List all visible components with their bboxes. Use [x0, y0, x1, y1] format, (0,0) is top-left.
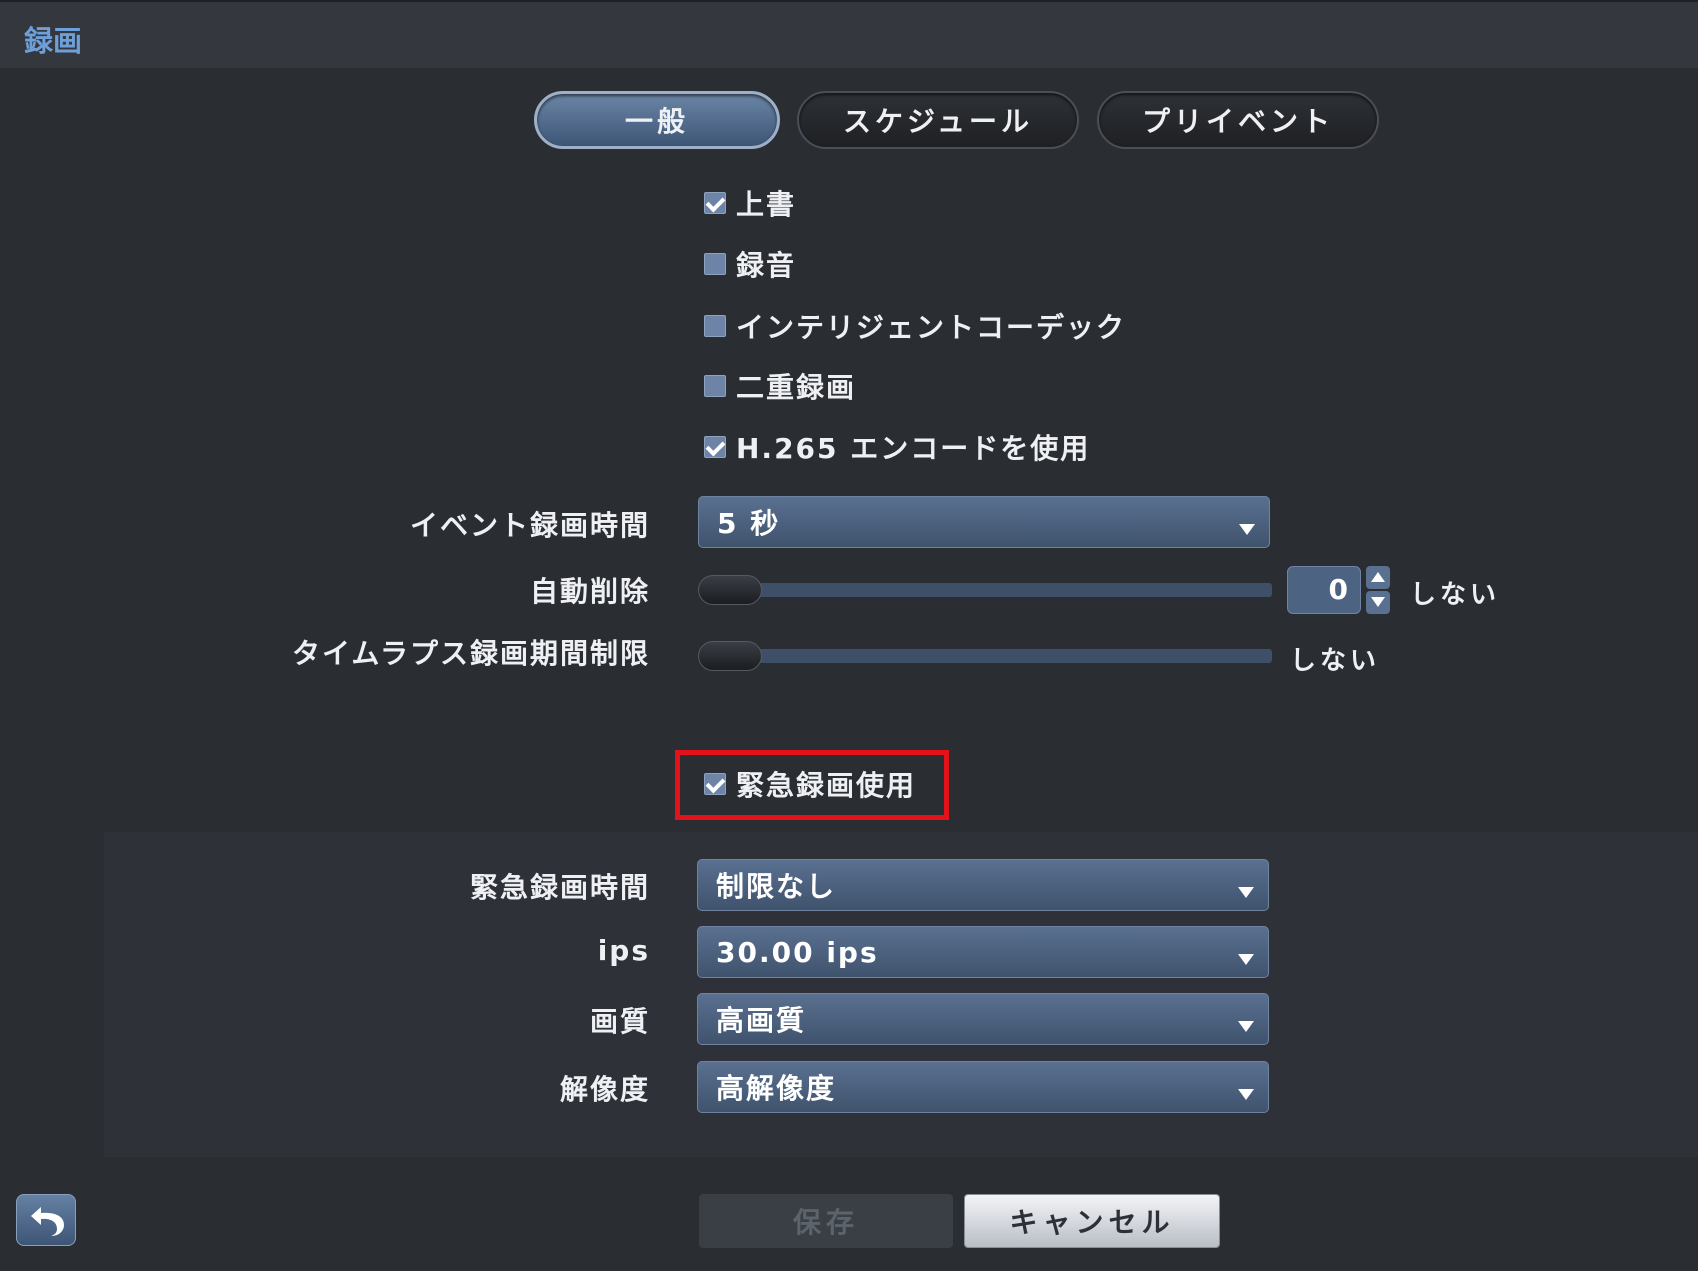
emergency-record-time-dropdown[interactable]: 制限なし	[697, 859, 1269, 911]
ips-dropdown[interactable]: 30.00 ips	[697, 926, 1269, 978]
ips-label: ips	[597, 934, 650, 967]
timelapse-limit-unit: しない	[1290, 646, 1381, 676]
tab-general[interactable]: 一般	[534, 91, 780, 149]
highlight-box	[675, 750, 949, 820]
chevron-down-icon	[1239, 524, 1255, 535]
option-overwrite[interactable]: 上書	[704, 183, 796, 223]
window-title: 録画	[24, 24, 83, 58]
back-button[interactable]	[16, 1194, 76, 1246]
dual-record-label: 二重録画	[736, 371, 857, 404]
resolution-dropdown[interactable]: 高解像度	[697, 1061, 1269, 1113]
auto-delete-slider-handle[interactable]	[698, 575, 762, 605]
overwrite-checkbox[interactable]	[704, 192, 726, 214]
auto-delete-stepper[interactable]	[1366, 566, 1390, 614]
timelapse-limit-slider-track[interactable]	[700, 649, 1272, 663]
tab-pre-event[interactable]: プリイベント	[1097, 91, 1379, 149]
ips-value: 30.00 ips	[716, 935, 879, 969]
timelapse-limit-slider-handle[interactable]	[698, 641, 762, 671]
tab-general-label: 一般	[624, 105, 689, 138]
tab-schedule-label: スケジュール	[842, 105, 1034, 138]
event-record-time-value: 5 秒	[717, 507, 781, 540]
quality-value: 高画質	[716, 1004, 807, 1037]
resolution-label: 解像度	[559, 1073, 650, 1106]
tab-schedule[interactable]: スケジュール	[797, 91, 1079, 149]
auto-delete-label: 自動削除	[529, 575, 650, 608]
auto-delete-value-input[interactable]: 0	[1287, 566, 1361, 614]
stepper-down-icon[interactable]	[1366, 591, 1390, 614]
resolution-value: 高解像度	[716, 1072, 837, 1105]
save-button[interactable]: 保存	[699, 1194, 953, 1248]
tab-pre-event-label: プリイベント	[1141, 105, 1334, 138]
emergency-record-time-value: 制限なし	[716, 870, 837, 903]
stepper-up-icon[interactable]	[1366, 566, 1390, 589]
overwrite-label: 上書	[736, 188, 797, 221]
quality-dropdown[interactable]: 高画質	[697, 993, 1269, 1045]
timelapse-limit-label: タイムラプス録画期間制限	[291, 637, 650, 670]
intelligent-codec-checkbox[interactable]	[704, 315, 726, 337]
h265-label: H.265 エンコードを使用	[736, 432, 1091, 465]
event-record-time-label: イベント録画時間	[409, 509, 650, 542]
chevron-down-icon	[1238, 954, 1254, 965]
chevron-down-icon	[1238, 887, 1254, 898]
h265-checkbox[interactable]	[704, 436, 726, 458]
audio-record-checkbox[interactable]	[704, 253, 726, 275]
save-button-label: 保存	[792, 1206, 859, 1239]
title-bar: 録画	[0, 0, 1698, 68]
auto-delete-unit: しない	[1410, 580, 1501, 610]
option-audio-record[interactable]: 録音	[704, 244, 796, 284]
option-intelligent-codec[interactable]: インテリジェントコーデック	[704, 306, 1126, 346]
option-dual-record[interactable]: 二重録画	[704, 366, 856, 406]
option-h265[interactable]: H.265 エンコードを使用	[704, 427, 1090, 467]
chevron-down-icon	[1238, 1089, 1254, 1100]
cancel-button-label: キャンセル	[1009, 1206, 1175, 1239]
audio-record-label: 録音	[736, 249, 797, 282]
quality-label: 画質	[589, 1005, 650, 1038]
intelligent-codec-label: インテリジェントコーデック	[736, 311, 1127, 344]
dual-record-checkbox[interactable]	[704, 375, 726, 397]
emergency-record-time-label: 緊急録画時間	[469, 871, 650, 904]
back-arrow-icon	[31, 1207, 64, 1236]
chevron-down-icon	[1238, 1021, 1254, 1032]
event-record-time-dropdown[interactable]: 5 秒	[698, 496, 1270, 548]
cancel-button[interactable]: キャンセル	[964, 1194, 1220, 1248]
auto-delete-slider-track[interactable]	[700, 583, 1272, 597]
